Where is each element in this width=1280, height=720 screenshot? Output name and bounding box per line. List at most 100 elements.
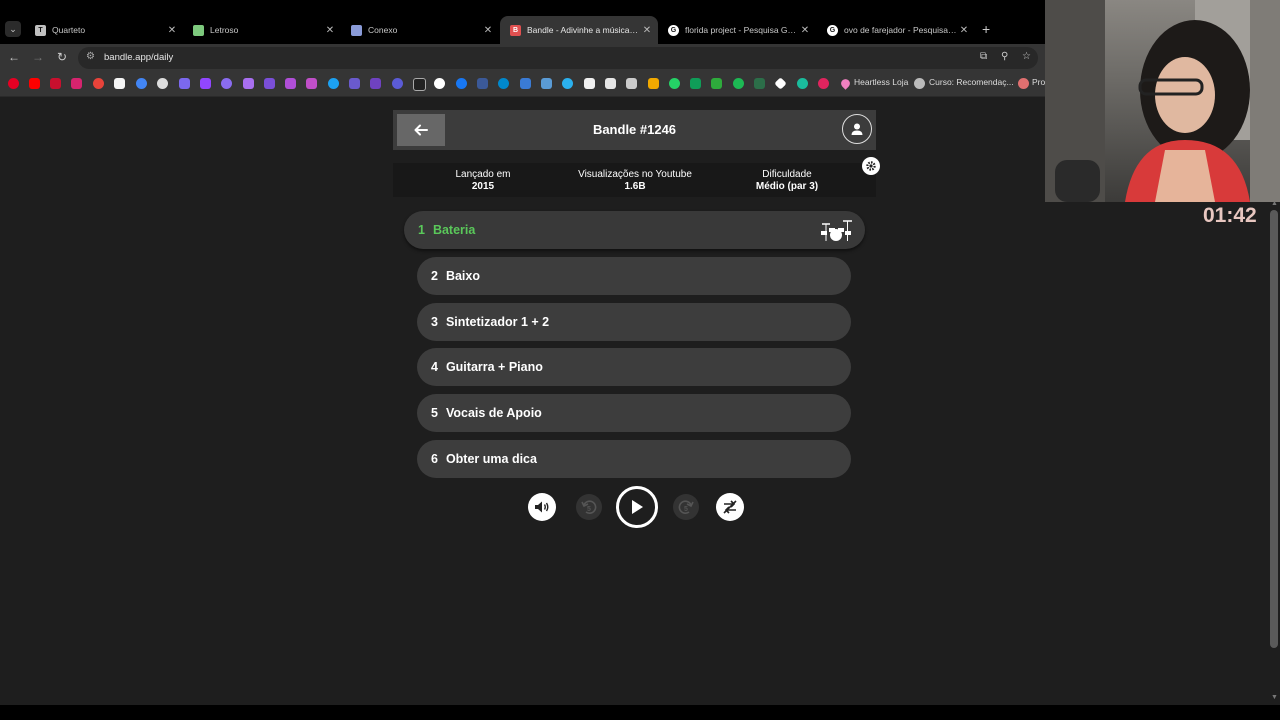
bookmark-curso[interactable]: Curso: Recomendaç...	[929, 77, 1014, 87]
bookmark-pro[interactable]: Pro	[1032, 77, 1045, 87]
tab-quarteto[interactable]: T Quarteto ✕	[25, 18, 183, 42]
red-bookmark-icon[interactable]	[50, 78, 61, 89]
track-row-3[interactable]: 3 Sintetizador 1 + 2	[417, 303, 851, 341]
chrome-bookmark-icon[interactable]	[136, 78, 147, 89]
pink-bookmark-icon[interactable]	[306, 78, 317, 89]
circle-bookmark-icon[interactable]	[434, 78, 445, 89]
puzzle-bookmark-icon[interactable]	[285, 78, 296, 89]
info-label: Lançado em	[455, 169, 511, 180]
track-row-4[interactable]: 4 Guitarra + Piano	[417, 348, 851, 386]
gear-icon	[866, 161, 876, 171]
vertical-scrollbar-thumb[interactable]	[1270, 210, 1278, 648]
skip-shuffle-button[interactable]	[716, 493, 744, 521]
close-tab-icon[interactable]: ✕	[640, 25, 654, 36]
address-bar[interactable]: ⚙ bandle.app/daily ⧉ ⚲ ☆	[78, 47, 1038, 69]
bookmark-heartless-loja[interactable]: Heartless Loja	[854, 77, 908, 87]
dark-bookmark-icon[interactable]	[413, 78, 426, 91]
back-arrow-icon[interactable]: ←	[6, 50, 22, 64]
white-bookmark-icon[interactable]	[114, 78, 125, 89]
globe-bookmark-icon[interactable]	[157, 78, 168, 89]
info-youtube-views: Visualizações no Youtube 1.6B	[565, 169, 705, 193]
diamond-bookmark-icon[interactable]	[774, 77, 787, 90]
tab-ovo-de-farejador[interactable]: G ovo de farejador - Pesquisa Goo ✕	[817, 18, 975, 42]
tab-title: Conexo	[368, 25, 398, 35]
a-bookmark-icon[interactable]	[584, 78, 595, 89]
game-header: Bandle #1246	[393, 110, 876, 150]
forward-button[interactable]: 5	[673, 494, 699, 520]
teal-bookmark-icon[interactable]	[797, 78, 808, 89]
reload-icon[interactable]: ↻	[54, 50, 70, 64]
phone-bookmark-icon[interactable]	[264, 78, 275, 89]
letter-bookmark-icon[interactable]	[605, 78, 616, 89]
k-bookmark-icon[interactable]	[711, 78, 722, 89]
track-row-6[interactable]: 6 Obter uma dica	[417, 440, 851, 478]
tab-title: Quarteto	[52, 25, 86, 35]
scroll-up-arrow-icon[interactable]: ▲	[1271, 200, 1278, 207]
telegram-bookmark-icon[interactable]	[498, 78, 509, 89]
rose-bookmark-icon[interactable]	[818, 78, 829, 89]
blue-bookmark-icon[interactable]	[328, 78, 339, 89]
u-bookmark-icon[interactable]	[392, 78, 403, 89]
install-app-icon[interactable]: ⧉	[980, 51, 987, 62]
close-tab-icon[interactable]: ✕	[957, 25, 971, 36]
violet-bookmark-icon[interactable]	[221, 78, 232, 89]
sky-bookmark-icon[interactable]	[520, 78, 531, 89]
close-tab-icon[interactable]: ✕	[323, 25, 337, 36]
settings-gear-icon[interactable]	[862, 157, 880, 175]
wave-bookmark-icon[interactable]	[648, 78, 659, 89]
zoom-icon[interactable]: ⚲	[1001, 51, 1008, 62]
site-info-icon[interactable]: ⚙	[86, 51, 95, 62]
info-label: Dificuldade	[762, 169, 812, 180]
scroll-down-arrow-icon[interactable]: ▼	[1271, 694, 1278, 701]
purple-bookmark-icon[interactable]	[179, 78, 190, 89]
pro-bookmark-icon[interactable]	[1018, 78, 1029, 89]
info-difficulty: Dificuldade Médio (par 3)	[732, 169, 842, 193]
forward-arrow-icon[interactable]: →	[30, 50, 46, 64]
drum-kit-icon	[821, 220, 852, 241]
game-title: Bandle #1246	[592, 122, 677, 137]
tab-title: Bandle - Adivinhe a música, um	[527, 25, 640, 35]
tilde-bookmark-icon[interactable]	[626, 78, 637, 89]
track-label: Obter uma dica	[445, 452, 537, 466]
arrow-bookmark-icon[interactable]	[477, 78, 488, 89]
spotify-bookmark-icon[interactable]	[733, 78, 744, 89]
info-value: 2015	[471, 181, 495, 192]
track-label: Sintetizador 1 + 2	[445, 315, 550, 329]
blue-circle-bookmark-icon[interactable]	[456, 78, 467, 89]
box-bookmark-icon[interactable]	[541, 78, 552, 89]
track-row-1[interactable]: 1 Bateria	[404, 211, 865, 249]
tab-search-chevron-icon[interactable]: ⌄	[5, 21, 21, 37]
fire-bookmark-icon[interactable]	[93, 78, 104, 89]
tab-florida-project[interactable]: G florida project - Pesquisa Goog ✕	[658, 18, 816, 42]
indigo-bookmark-icon[interactable]	[370, 78, 381, 89]
cyan-bookmark-icon[interactable]	[562, 78, 573, 89]
lavender-bookmark-icon[interactable]	[243, 78, 254, 89]
w-bookmark-icon[interactable]	[349, 78, 360, 89]
whatsapp-bookmark-icon[interactable]	[669, 78, 680, 89]
track-row-2[interactable]: 2 Baixo	[417, 257, 851, 295]
tab-conexo[interactable]: Conexo ✕	[341, 18, 499, 42]
green-bookmark-icon[interactable]	[754, 78, 765, 89]
heart-bookmark-icon[interactable]	[839, 77, 852, 90]
youtube-bookmark-icon[interactable]	[29, 78, 40, 89]
play-button[interactable]	[616, 486, 658, 528]
twitch-bookmark-icon[interactable]	[200, 78, 211, 89]
rewind-button[interactable]: 5	[576, 494, 602, 520]
close-tab-icon[interactable]: ✕	[798, 25, 812, 36]
user-profile-button[interactable]	[842, 114, 872, 144]
magenta-bookmark-icon[interactable]	[71, 78, 82, 89]
bookmark-star-icon[interactable]: ☆	[1022, 51, 1031, 62]
pinterest-bookmark-icon[interactable]	[8, 78, 19, 89]
track-label: Baixo	[445, 269, 480, 283]
tab-letroso[interactable]: Letroso ✕	[183, 18, 341, 42]
curso-bookmark-icon[interactable]	[914, 78, 925, 89]
new-tab-plus-icon[interactable]: +	[982, 21, 990, 37]
tab-bandle[interactable]: B Bandle - Adivinhe a música, um ✕	[500, 16, 658, 44]
google-favicon-icon: G	[668, 24, 679, 36]
close-tab-icon[interactable]: ✕	[481, 25, 495, 36]
sheets-bookmark-icon[interactable]	[690, 78, 701, 89]
track-row-5[interactable]: 5 Vocais de Apoio	[417, 394, 851, 432]
volume-button[interactable]	[528, 493, 556, 521]
close-tab-icon[interactable]: ✕	[165, 25, 179, 36]
webcam-overlay	[1045, 0, 1280, 202]
